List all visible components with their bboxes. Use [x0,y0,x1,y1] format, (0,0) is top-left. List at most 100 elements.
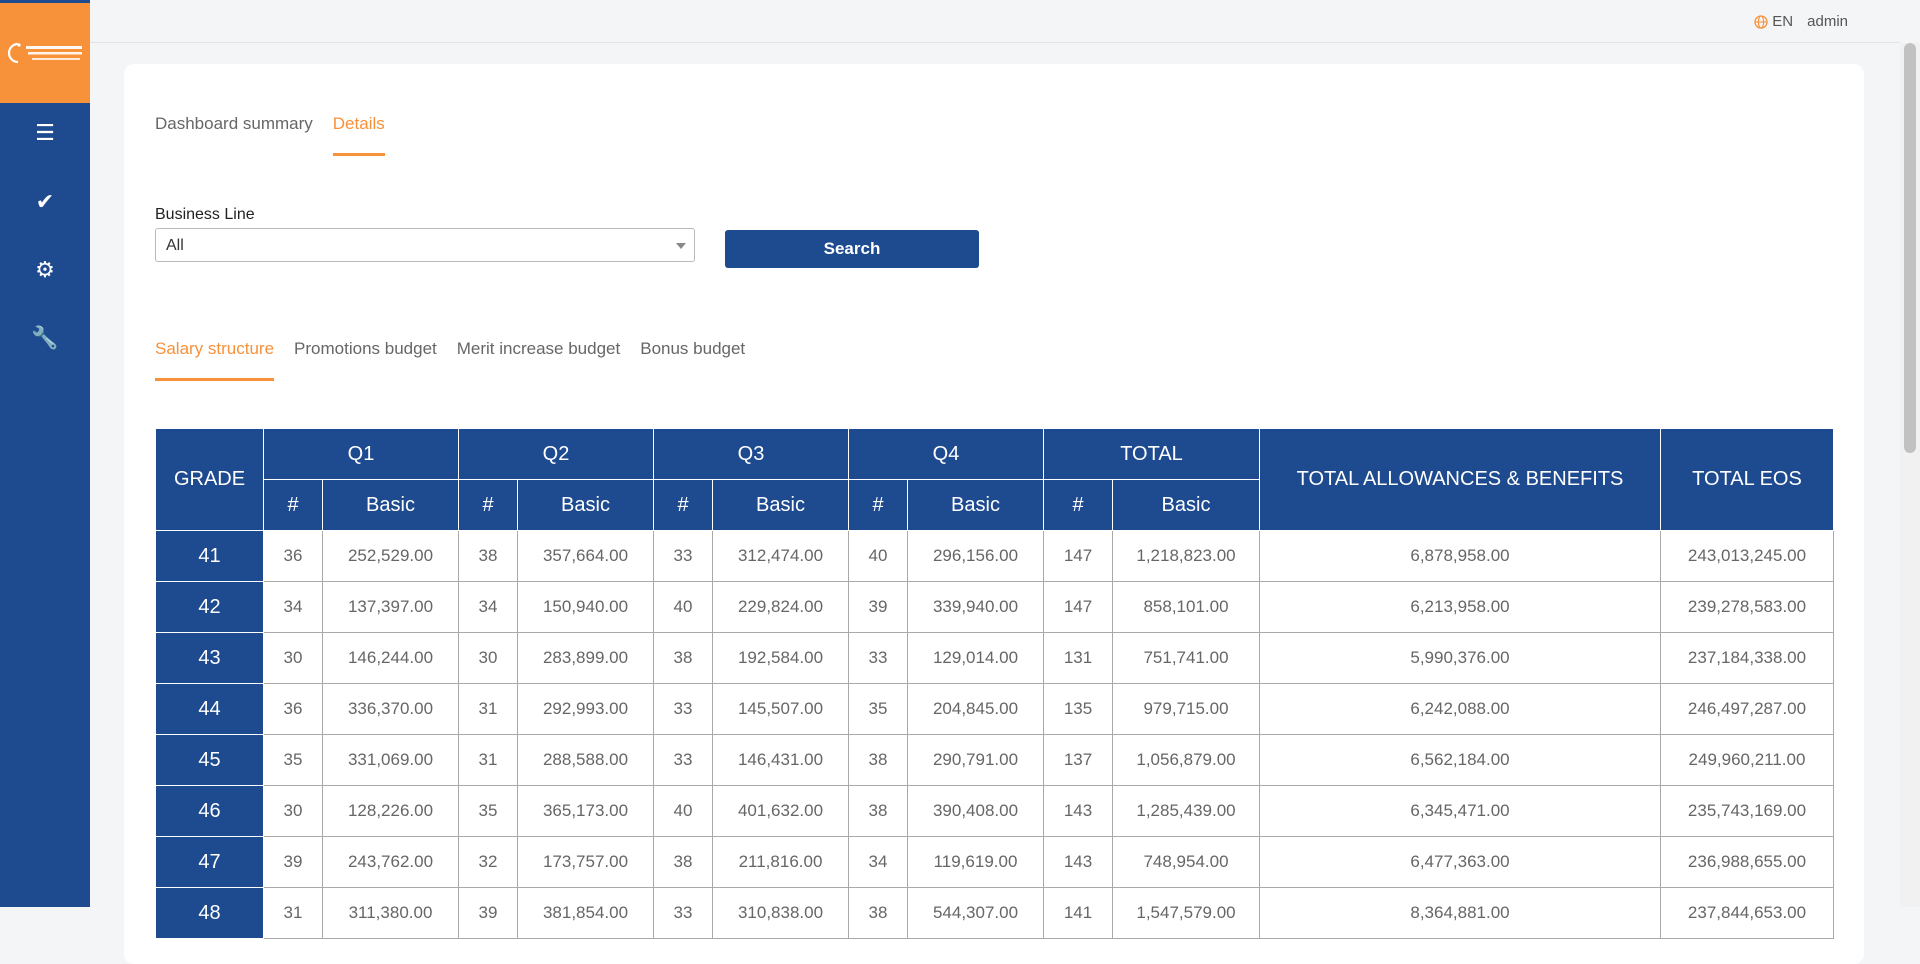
table-cell-q2b: 365,173.00 [517,785,654,837]
table-cell-q2n: 31 [458,734,518,786]
allowances-header: TOTAL ALLOWANCES & BENEFITS [1259,428,1661,531]
gear-icon: ⚙ [35,257,55,282]
table-cell-q1b: 137,397.00 [322,581,459,633]
content-card: Dashboard summary Details Business Line … [124,64,1864,964]
company-logo[interactable] [0,3,90,103]
eos-header: TOTAL EOS [1660,428,1834,531]
grade-cell: 44 [155,683,264,735]
business-line-select[interactable]: All [155,228,695,262]
table-cell-eos: 246,497,287.00 [1660,683,1834,735]
wrench-icon: 🔧 [31,325,59,350]
language-switcher[interactable]: EN [1754,13,1793,30]
tab-dashboard-summary[interactable]: Dashboard summary [155,114,313,156]
table-cell-q2b: 288,588.00 [517,734,654,786]
table-cell-q2n: 39 [458,887,518,939]
search-button[interactable]: Search [725,230,979,268]
table-cell-q4n: 35 [848,683,908,735]
table-cell-allow: 6,345,471.00 [1259,785,1661,837]
table-cell-eos: 235,743,169.00 [1660,785,1834,837]
table-cell-q4b: 290,791.00 [907,734,1044,786]
chevron-down-icon [676,243,686,249]
basic-header: Basic [907,479,1044,531]
table-cell-q2b: 150,940.00 [517,581,654,633]
table-cell-tn: 143 [1043,836,1113,888]
table-cell-q2n: 34 [458,581,518,633]
table-cell-tn: 141 [1043,887,1113,939]
salary-structure-table: GRADE Q1 Q2 Q3 Q4 TOTAL TOTAL ALLOWANCES… [155,428,1834,939]
table-cell-q3n: 40 [653,785,713,837]
sub-tabs: Salary structure Promotions budget Merit… [155,339,745,381]
business-line-label: Business Line [155,206,255,223]
table-cell-q2b: 283,899.00 [517,632,654,684]
table-cell-q2b: 292,993.00 [517,683,654,735]
table-cell-q1n: 39 [263,836,323,888]
table-cell-q4b: 204,845.00 [907,683,1044,735]
sidebar-item-3[interactable]: 🔧 [0,318,90,358]
table-cell-q1b: 331,069.00 [322,734,459,786]
q3-header: Q3 [653,428,849,480]
table-cell-q1n: 36 [263,530,323,582]
tab-salary-structure[interactable]: Salary structure [155,339,275,381]
table-cell-allow: 5,990,376.00 [1259,632,1661,684]
table-cell-tb: 751,741.00 [1112,632,1260,684]
table-cell-q2n: 38 [458,530,518,582]
table-cell-q4n: 33 [848,632,908,684]
globe-icon [1754,14,1768,29]
tab-promotions-budget[interactable]: Promotions budget [294,339,437,381]
table-row: 44 36 336,370.00 31 292,993.00 33 145,507.00 35… [155,683,1834,735]
table-cell-tb: 979,715.00 [1112,683,1260,735]
table-cell-tn: 131 [1043,632,1113,684]
table-cell-allow: 6,477,363.00 [1259,836,1661,888]
table-cell-q4n: 38 [848,887,908,939]
sidebar-item-2[interactable]: ⚙ [0,250,90,290]
table-cell-q2b: 173,757.00 [517,836,654,888]
q2-header: Q2 [458,428,654,480]
scrollbar-thumb[interactable] [1904,43,1916,453]
table-cell-q2n: 32 [458,836,518,888]
table-row: 47 39 243,762.00 32 173,757.00 38 211,816.00 34… [155,836,1834,888]
grade-header: GRADE [155,428,264,531]
table-cell-q3b: 146,431.00 [712,734,849,786]
table-cell-tb: 858,101.00 [1112,581,1260,633]
tab-details[interactable]: Details [332,114,385,156]
table-cell-q3n: 38 [653,632,713,684]
sidebar: ☰ ✔ ⚙ 🔧 [0,0,90,907]
basic-header: Basic [1112,479,1260,531]
tab-bonus-budget[interactable]: Bonus budget [640,339,745,381]
table-cell-q3b: 145,507.00 [712,683,849,735]
table-cell-q4n: 40 [848,530,908,582]
sidebar-item-0[interactable]: ☰ [0,113,90,153]
table-cell-q1b: 146,244.00 [322,632,459,684]
table-row: 45 35 331,069.00 31 288,588.00 33 146,431.00 38… [155,734,1834,786]
count-header: # [848,479,908,531]
table-cell-q3b: 312,474.00 [712,530,849,582]
grade-cell: 48 [155,887,264,939]
table-cell-q4n: 39 [848,581,908,633]
table-cell-q4n: 34 [848,836,908,888]
user-menu[interactable]: admin [1807,13,1848,30]
table-cell-q2b: 357,664.00 [517,530,654,582]
table-cell-q2n: 35 [458,785,518,837]
table-cell-eos: 236,988,655.00 [1660,836,1834,888]
table-cell-tn: 147 [1043,581,1113,633]
main-tabs: Dashboard summary Details [155,114,385,156]
table-cell-tn: 147 [1043,530,1113,582]
grade-cell: 41 [155,530,264,582]
table-cell-q1n: 36 [263,683,323,735]
table-cell-q1b: 311,380.00 [322,887,459,939]
table-cell-q4b: 390,408.00 [907,785,1044,837]
total-header: TOTAL [1043,428,1260,480]
table-cell-q3n: 40 [653,581,713,633]
table-cell-eos: 239,278,583.00 [1660,581,1834,633]
basic-header: Basic [322,479,459,531]
table-cell-q4n: 38 [848,734,908,786]
table-cell-q3n: 33 [653,683,713,735]
table-cell-q2b: 381,854.00 [517,887,654,939]
tab-merit-increase-budget[interactable]: Merit increase budget [457,339,620,381]
page-scrollbar[interactable] [1900,43,1920,907]
sidebar-item-1[interactable]: ✔ [0,182,90,222]
table-cell-tb: 1,218,823.00 [1112,530,1260,582]
business-line-value: All [166,237,184,254]
table-cell-tb: 748,954.00 [1112,836,1260,888]
basic-header: Basic [517,479,654,531]
